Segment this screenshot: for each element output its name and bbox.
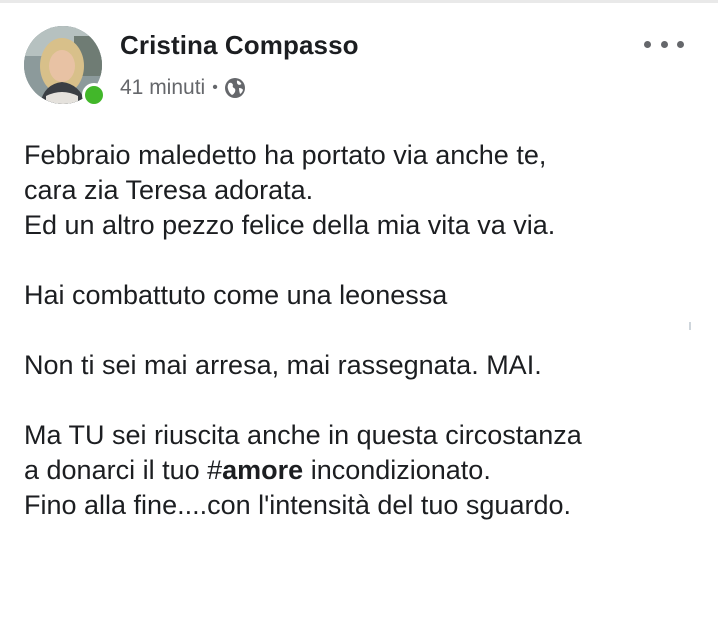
post-line: Hai combattuto come una leonessa [24,280,448,310]
author-name[interactable]: Cristina Compasso [120,30,359,61]
scroll-mark [689,322,691,330]
hashtag-line-before: a donarci il tuo [24,455,208,485]
post-blank-line [24,243,704,278]
ellipsis-dot [677,40,684,48]
hashtag-link[interactable]: #amore [207,455,303,485]
author-avatar[interactable] [24,26,106,107]
post-line-with-hashtag: a donarci il tuo #amore incondizionato. [24,453,704,488]
card-top-border [0,0,718,3]
hashtag-word: amore [222,455,304,485]
post-timestamp[interactable]: 41 minuti [120,76,205,100]
online-status-indicator [82,83,106,107]
ellipsis-dot [660,40,668,48]
post-meta: 41 minuti • [120,74,246,102]
hashtag-symbol: # [207,455,223,485]
post-line: Fino alla fine....con l'intensità del tu… [24,490,571,520]
post-line: Ed un altro pezzo felice della mia vita … [24,210,556,240]
meta-separator: • [212,79,218,96]
post-line: cara zia Teresa adorata. [24,175,314,205]
hashtag-line-after: incondizionato. [303,455,491,485]
post-header: Cristina Compasso 41 minuti • [24,26,694,107]
globe-icon[interactable] [224,77,246,99]
post-line: Febbraio maledetto ha portato via anche … [24,140,547,170]
post-blank-line [24,383,704,418]
post-line: Non ti sei mai arresa, mai rassegnata. M… [24,350,542,380]
ellipsis-dot [644,40,651,48]
more-options-button[interactable] [644,34,684,54]
post-body: Febbraio maledetto ha portato via anche … [24,138,704,523]
post-line: Ma TU sei riuscita anche in questa circo… [24,420,582,450]
post-blank-line [24,313,704,348]
